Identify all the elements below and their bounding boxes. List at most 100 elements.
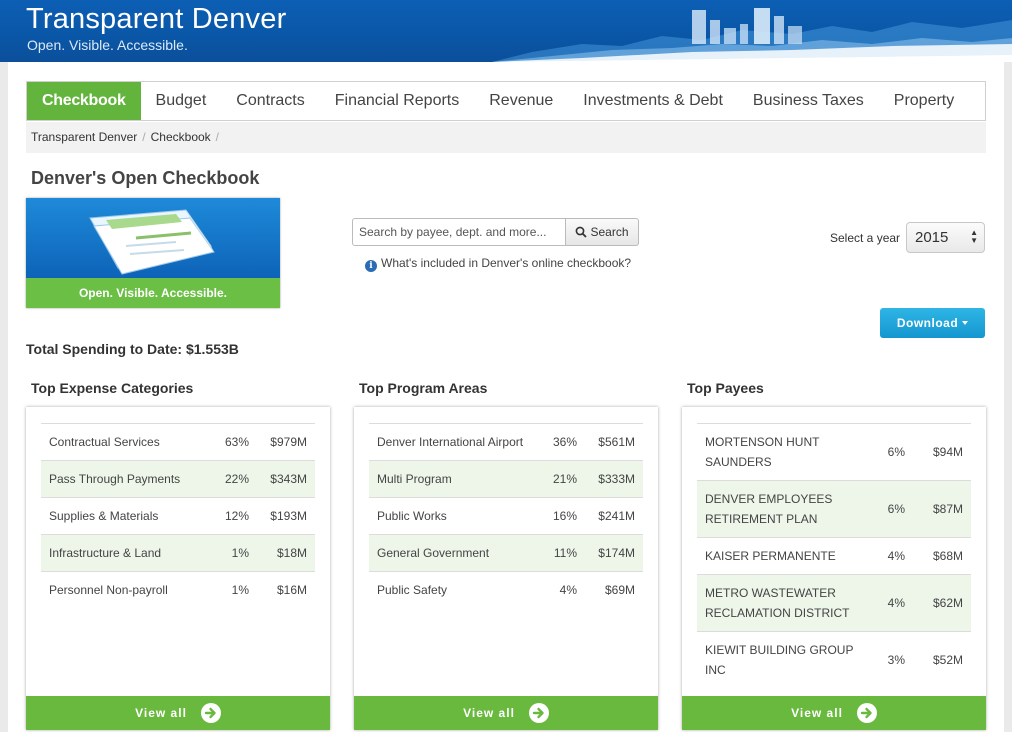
row-pct: 36% [535, 423, 581, 461]
panel-title-expense-categories: Top Expense Categories [31, 380, 194, 396]
row-amount: $979M [253, 423, 315, 461]
row-pct: 1% [207, 534, 253, 572]
breadcrumb: Transparent Denver / Checkbook / [26, 122, 986, 153]
nav-budget[interactable]: Budget [141, 82, 222, 120]
view-all-program-areas-button[interactable]: View all [354, 696, 658, 730]
row-name: MORTENSON HUNT SAUNDERS [697, 423, 863, 481]
table-row[interactable]: Multi Program 21% $333M [369, 460, 643, 498]
checkbook-illustration [26, 198, 280, 278]
download-button[interactable]: Download [880, 308, 985, 338]
breadcrumb-separator: / [142, 130, 146, 144]
view-all-label: View all [791, 706, 843, 720]
panel-expense-categories: Contractual Services 63% $979M Pass Throug… [26, 407, 330, 730]
row-amount: $333M [581, 460, 643, 498]
breadcrumb-checkbook[interactable]: Checkbook [151, 130, 211, 144]
row-pct: 4% [863, 537, 909, 575]
download-label: Download [896, 316, 959, 330]
arrow-right-icon [528, 703, 549, 723]
select-arrows-icon: ▲ ▼ [970, 228, 978, 245]
info-link-label: What's included in Denver's online check… [381, 256, 632, 270]
row-pct: 21% [535, 460, 581, 498]
view-all-label: View all [463, 706, 515, 720]
table-row[interactable]: Personnel Non-payroll 1% $16M [41, 571, 315, 608]
table-row[interactable]: METRO WASTEWATER RECLAMATION DISTRICT 4% $… [697, 574, 971, 632]
table-row[interactable]: MORTENSON HUNT SAUNDERS 6% $94M [697, 423, 971, 481]
row-name: Public Safety [369, 571, 535, 608]
row-pct: 22% [207, 460, 253, 498]
checkbook-info-link[interactable]: i What's included in Denver's online chec… [365, 256, 631, 272]
search-input[interactable] [352, 218, 566, 246]
row-name: Personnel Non-payroll [41, 571, 207, 608]
page-content: Checkbook Budget Contracts Financial Rep… [8, 62, 1004, 732]
checkbook-icon [89, 209, 215, 275]
row-amount: $561M [581, 423, 643, 461]
total-spending: Total Spending to Date: $1.553B [26, 341, 239, 357]
year-label: Select a year [830, 231, 901, 245]
breadcrumb-home[interactable]: Transparent Denver [31, 130, 137, 144]
site-tagline: Open. Visible. Accessible. [27, 37, 188, 53]
table-row[interactable]: KIEWIT BUILDING GROUP INC 3% $52M [697, 631, 971, 688]
row-amount: $94M [909, 423, 971, 481]
row-pct: 6% [863, 423, 909, 481]
table-row[interactable]: Denver International Airport 36% $561M [369, 423, 643, 461]
table-row[interactable]: Infrastructure & Land 1% $18M [41, 534, 315, 572]
row-name: METRO WASTEWATER RECLAMATION DISTRICT [697, 574, 863, 632]
table-row[interactable]: KAISER PERMANENTE 4% $68M [697, 537, 971, 575]
panel-program-areas: Denver International Airport 36% $561M Mul… [354, 407, 658, 730]
panel-payees: MORTENSON HUNT SAUNDERS 6% $94M DENVER EMP… [682, 407, 986, 730]
table-row[interactable]: General Government 11% $174M [369, 534, 643, 572]
nav-financial-reports[interactable]: Financial Reports [320, 82, 475, 120]
table-row[interactable]: DENVER EMPLOYEES RETIREMENT PLAN 6% $87M [697, 480, 971, 538]
row-pct: 16% [535, 497, 581, 535]
row-pct: 6% [863, 480, 909, 538]
row-name: Multi Program [369, 460, 535, 498]
year-selected-value: 2015 [915, 229, 949, 246]
main-nav: Checkbook Budget Contracts Financial Rep… [26, 81, 986, 121]
row-amount: $52M [909, 631, 971, 688]
nav-contracts[interactable]: Contracts [221, 82, 319, 120]
row-amount: $87M [909, 480, 971, 538]
nav-investments-debt[interactable]: Investments & Debt [568, 82, 738, 120]
row-name: Infrastructure & Land [41, 534, 207, 572]
row-pct: 11% [535, 534, 581, 572]
nav-property[interactable]: Property [879, 82, 969, 120]
table-row[interactable]: Public Works 16% $241M [369, 497, 643, 535]
row-amount: $16M [253, 571, 315, 608]
row-amount: $68M [909, 537, 971, 575]
site-header: Transparent Denver Open. Visible. Access… [0, 0, 1012, 62]
program-areas-table: Denver International Airport 36% $561M Mul… [369, 423, 643, 608]
hero-caption: Open. Visible. Accessible. [26, 278, 280, 308]
row-name: Pass Through Payments [41, 460, 207, 498]
row-pct: 4% [535, 571, 581, 608]
skyline-illustration [492, 8, 1012, 62]
row-amount: $193M [253, 497, 315, 535]
panel-title-payees: Top Payees [687, 380, 764, 396]
row-name: Denver International Airport [369, 423, 535, 461]
nav-business-taxes[interactable]: Business Taxes [738, 82, 879, 120]
row-name: DENVER EMPLOYEES RETIREMENT PLAN [697, 480, 863, 538]
row-amount: $62M [909, 574, 971, 632]
search-button[interactable]: Search [566, 218, 639, 246]
table-row[interactable]: Pass Through Payments 22% $343M [41, 460, 315, 498]
row-name: General Government [369, 534, 535, 572]
site-title[interactable]: Transparent Denver [26, 3, 286, 36]
row-amount: $18M [253, 534, 315, 572]
year-select[interactable]: 2015 ▲ ▼ [906, 222, 985, 253]
view-all-payees-button[interactable]: View all [682, 696, 986, 730]
search-button-label: Search [590, 225, 629, 239]
panel-title-program-areas: Top Program Areas [359, 380, 488, 396]
table-row[interactable]: Supplies & Materials 12% $193M [41, 497, 315, 535]
row-pct: 63% [207, 423, 253, 461]
checkbook-hero-image: Open. Visible. Accessible. [26, 198, 280, 308]
nav-checkbook[interactable]: Checkbook [27, 82, 141, 120]
row-name: KAISER PERMANENTE [697, 537, 863, 575]
row-pct: 1% [207, 571, 253, 608]
row-name: Supplies & Materials [41, 497, 207, 535]
arrow-right-icon [200, 703, 221, 723]
table-row[interactable]: Public Safety 4% $69M [369, 571, 643, 608]
row-amount: $343M [253, 460, 315, 498]
table-row[interactable]: Contractual Services 63% $979M [41, 423, 315, 461]
row-name: Contractual Services [41, 423, 207, 461]
view-all-expense-categories-button[interactable]: View all [26, 696, 330, 730]
nav-revenue[interactable]: Revenue [474, 82, 568, 120]
